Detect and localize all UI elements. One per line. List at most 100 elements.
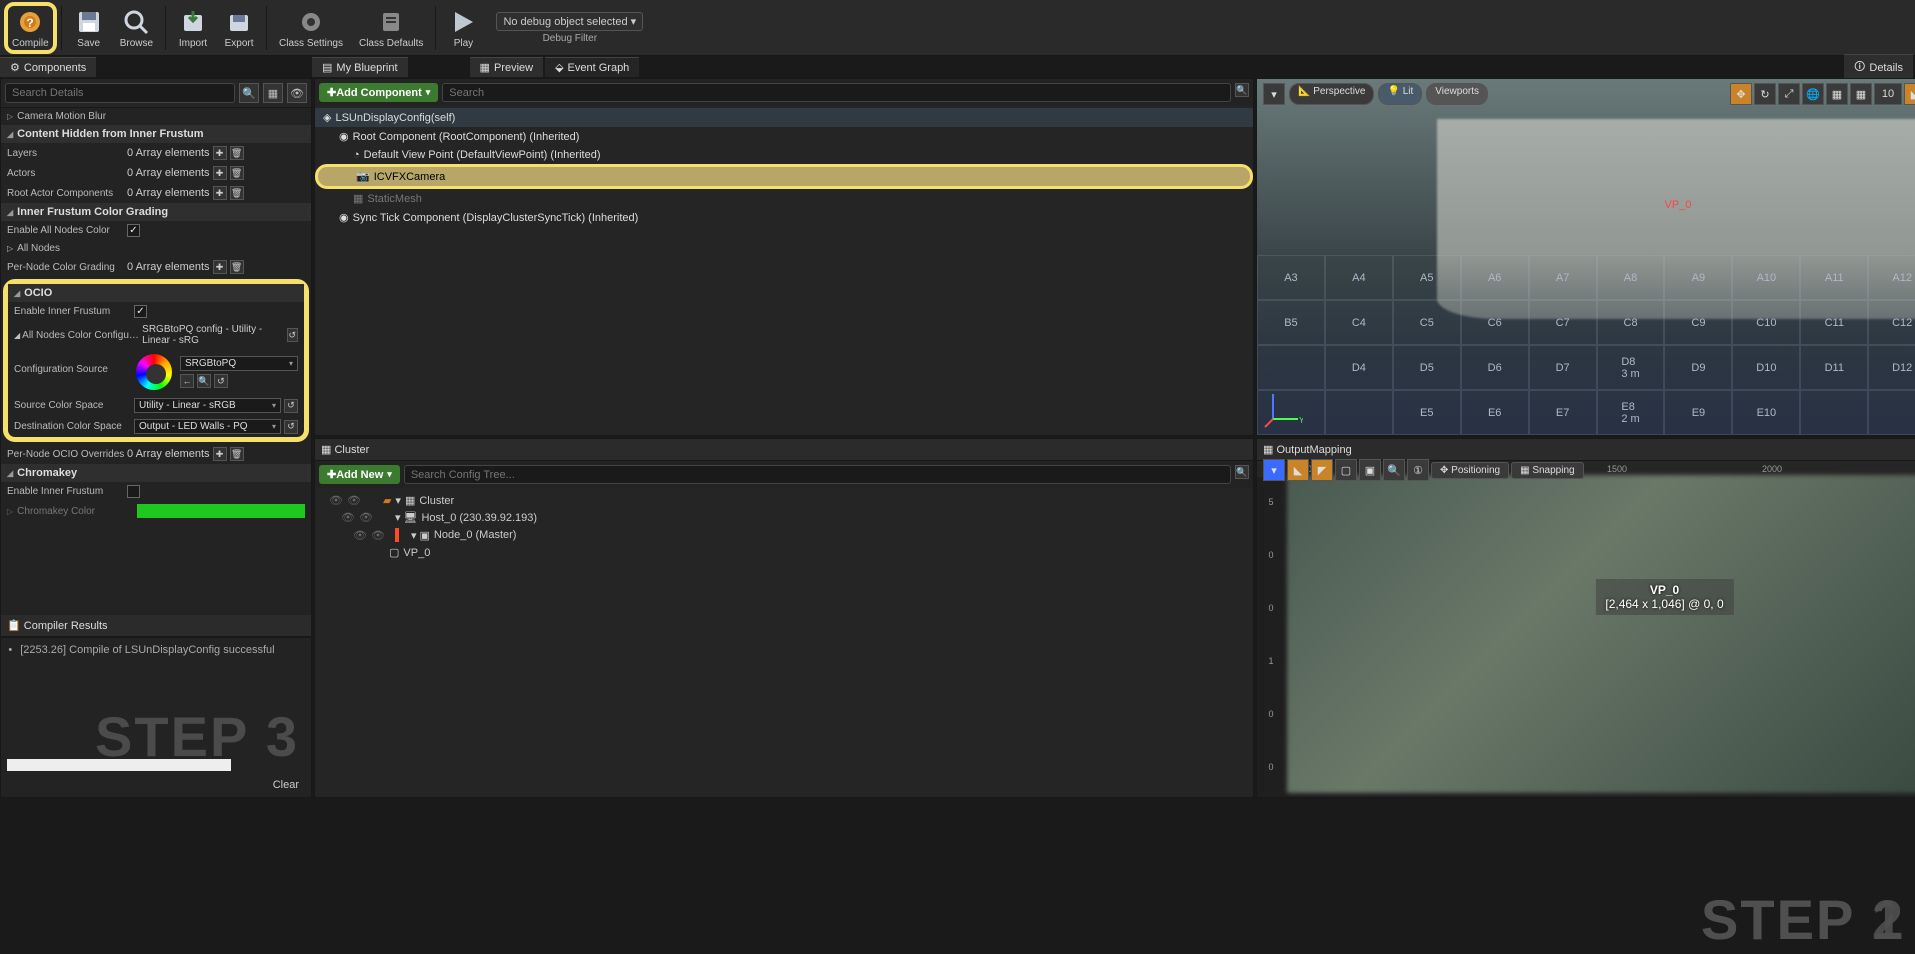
- om-tool-1[interactable]: ◣: [1287, 459, 1309, 481]
- om-zoom-1[interactable]: ①: [1407, 459, 1429, 481]
- search-icon[interactable]: 🔍: [239, 83, 259, 103]
- cluster-search[interactable]: [404, 465, 1231, 484]
- trash-icon[interactable]: 🗑: [230, 260, 244, 274]
- enable-all-nodes-checkbox[interactable]: [127, 224, 140, 237]
- om-options-button[interactable]: ▾: [1263, 459, 1285, 481]
- ocio-header[interactable]: OCIO: [8, 284, 304, 302]
- cluster-tab[interactable]: ▦ Cluster: [315, 439, 1253, 461]
- play-icon: [448, 7, 478, 37]
- source-colorspace-dropdown[interactable]: Utility - Linear - sRGB: [134, 398, 281, 413]
- om-tool-2[interactable]: ◤: [1311, 459, 1333, 481]
- play-button[interactable]: Play: [440, 2, 486, 54]
- add-component-button[interactable]: ✚ Add Component: [319, 83, 438, 102]
- class-defaults-button[interactable]: Class Defaults: [351, 2, 431, 54]
- enable-inner-frustum-checkbox[interactable]: [134, 305, 147, 318]
- positioning-button[interactable]: ✥ Positioning: [1431, 462, 1509, 479]
- cluster-host[interactable]: 👁👁▾ 🖥 Host_0 (230.39.92.193): [319, 509, 1249, 526]
- translate-gizmo-button[interactable]: ✥: [1730, 83, 1752, 105]
- components-search[interactable]: [442, 83, 1231, 102]
- preview-viewport[interactable]: ▾ 📐 Perspective 💡 Lit Viewports ✥ ↻ ⤢ 🌐 …: [1256, 78, 1915, 436]
- browse-button[interactable]: Browse: [112, 2, 161, 54]
- viewports-button[interactable]: Viewports: [1426, 83, 1488, 105]
- search-icon[interactable]: 🔍: [1235, 465, 1249, 479]
- component-icvfx-camera[interactable]: 📷ICVFXCamera: [315, 164, 1253, 189]
- trash-icon[interactable]: 🗑: [230, 186, 244, 200]
- details-matrix-icon[interactable]: ▦: [263, 83, 283, 103]
- details-icon: 🛈: [1854, 58, 1865, 77]
- details-search[interactable]: [5, 83, 235, 103]
- export-button[interactable]: Export: [216, 2, 262, 54]
- chroma-enable-checkbox[interactable]: [127, 485, 140, 498]
- save-button[interactable]: Save: [66, 2, 112, 54]
- event-graph-tab[interactable]: ⬙Event Graph: [545, 57, 639, 77]
- component-root[interactable]: ◈LSUnDisplayConfig(self): [315, 108, 1253, 127]
- compile-button[interactable]: ? Compile: [4, 2, 57, 54]
- component-item[interactable]: ◔Default View Point (DefaultViewPoint) (…: [315, 146, 1253, 164]
- add-new-button[interactable]: ✚ Add New: [319, 465, 400, 484]
- clear-button[interactable]: Clear: [265, 775, 307, 795]
- debug-object-select[interactable]: No debug object selected ▾: [496, 12, 643, 31]
- scale-gizmo-button[interactable]: ⤢: [1778, 83, 1800, 105]
- output-mapping-tab[interactable]: ▦ OutputMapping: [1257, 439, 1915, 461]
- component-item[interactable]: ▦StaticMesh: [315, 189, 1253, 208]
- cluster-vp[interactable]: ▢ VP_0: [319, 544, 1249, 561]
- dest-colorspace-dropdown[interactable]: Output - LED Walls - PQ: [134, 419, 281, 434]
- surface-snap-button[interactable]: ▦: [1826, 83, 1848, 105]
- details-tab[interactable]: 🛈Details: [1844, 54, 1913, 80]
- chromakey-header[interactable]: Chromakey: [1, 464, 311, 482]
- trash-icon[interactable]: 🗑: [230, 146, 244, 160]
- defaults-icon: [376, 7, 406, 37]
- add-icon[interactable]: ✚: [213, 260, 227, 274]
- perspective-button[interactable]: 📐 Perspective: [1289, 83, 1374, 105]
- preview-tab[interactable]: ▦Preview: [470, 57, 544, 77]
- rotate-gizmo-button[interactable]: ↻: [1754, 83, 1776, 105]
- om-viewport-preview[interactable]: [1287, 475, 1915, 793]
- add-icon[interactable]: ✚: [213, 166, 227, 180]
- config-source-dropdown[interactable]: SRGBtoPQ: [180, 356, 298, 371]
- om-zoom-fit[interactable]: 🔍: [1383, 459, 1405, 481]
- browse-icon[interactable]: 🔍: [197, 374, 211, 388]
- add-icon[interactable]: ✚: [213, 146, 227, 160]
- debug-filter-label: Debug Filter: [496, 33, 643, 44]
- viewport-label: VP_0: [1665, 199, 1692, 211]
- grid-snap-value[interactable]: 10: [1874, 83, 1902, 105]
- om-tool-4[interactable]: ▣: [1359, 459, 1381, 481]
- search-icon[interactable]: 🔍: [1235, 83, 1249, 97]
- content-hidden-header[interactable]: Content Hidden from Inner Frustum: [1, 125, 311, 143]
- import-button[interactable]: Import: [170, 2, 216, 54]
- actor-icon: ◈: [323, 111, 331, 124]
- class-settings-button[interactable]: Class Settings: [271, 2, 351, 54]
- reset-icon[interactable]: ↺: [284, 420, 298, 434]
- viewport-floor-grid: A3A4A5A6A7A8A9A10A11A12A13A14 B5C4C5C6C7…: [1257, 255, 1915, 435]
- chromakey-color-swatch[interactable]: [137, 504, 305, 518]
- add-icon[interactable]: ✚: [213, 447, 227, 461]
- coord-space-button[interactable]: 🌐: [1802, 83, 1824, 105]
- output-mapping-panel: ▦ OutputMapping 5001000150020002500 ▾ ◣ …: [1256, 438, 1915, 798]
- magnifier-icon: [121, 7, 151, 37]
- trash-icon[interactable]: 🗑: [230, 166, 244, 180]
- component-item[interactable]: ◉Root Component (RootComponent) (Inherit…: [315, 127, 1253, 146]
- reset-icon[interactable]: ↺: [214, 374, 228, 388]
- axis-gizmo-icon: Y: [1263, 389, 1303, 429]
- arrow-back-icon[interactable]: ←: [180, 374, 194, 388]
- icg-header[interactable]: Inner Frustum Color Grading: [1, 203, 311, 221]
- component-item[interactable]: ◉Sync Tick Component (DisplayClusterSync…: [315, 208, 1253, 227]
- camera-motion-blur-label: Camera Motion Blur: [17, 111, 137, 122]
- cluster-node[interactable]: 👁👁▾ ▣ Node_0 (Master): [319, 526, 1249, 544]
- reset-icon[interactable]: ↺: [284, 399, 298, 413]
- add-icon[interactable]: ✚: [213, 186, 227, 200]
- trash-icon[interactable]: 🗑: [230, 447, 244, 461]
- grid-snap-button[interactable]: ▦: [1850, 83, 1872, 105]
- preview-icon: ▦: [480, 61, 490, 74]
- reset-icon[interactable]: ↺: [287, 328, 298, 342]
- lit-button[interactable]: 💡 Lit: [1378, 83, 1422, 105]
- viewport-options-button[interactable]: ▾: [1263, 83, 1285, 105]
- components-tab[interactable]: ⚙Components: [0, 57, 96, 77]
- compiler-results-tab[interactable]: 📋 Compiler Results: [1, 615, 311, 637]
- snapping-button[interactable]: ▦ Snapping: [1511, 462, 1584, 479]
- my-blueprint-tab[interactable]: ▤My Blueprint: [312, 57, 408, 77]
- angle-snap-button[interactable]: ◣: [1904, 83, 1915, 105]
- cluster-root[interactable]: 👁👁▰▾ ▦ Cluster: [319, 492, 1249, 509]
- details-eye-icon[interactable]: 👁: [287, 83, 307, 103]
- om-tool-3[interactable]: ▢: [1335, 459, 1357, 481]
